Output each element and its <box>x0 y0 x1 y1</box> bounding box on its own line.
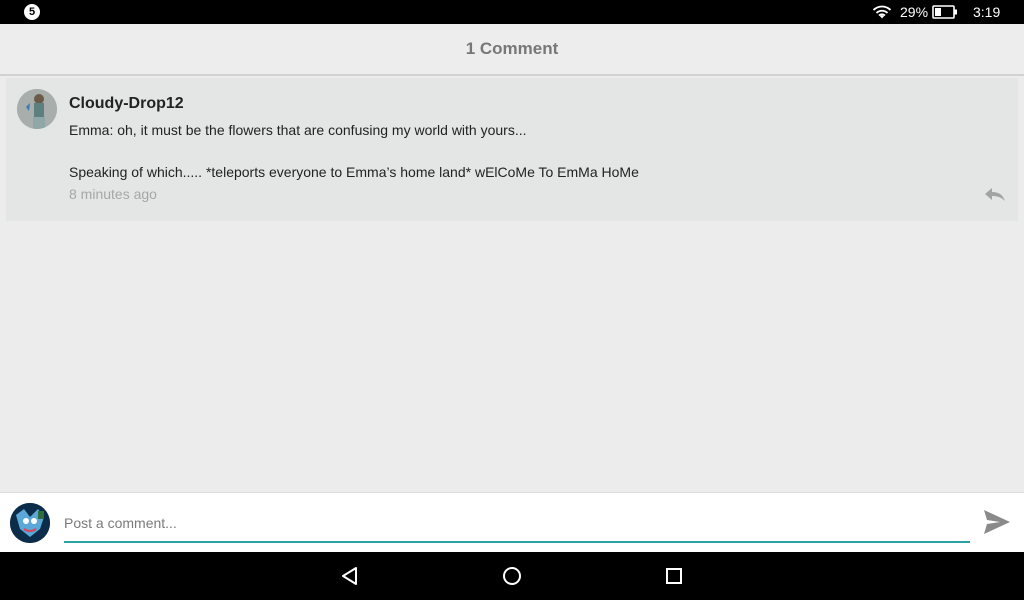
reply-icon[interactable] <box>984 186 1006 207</box>
home-icon[interactable] <box>502 566 522 591</box>
clock: 3:19 <box>973 4 1001 20</box>
comment-composer <box>0 492 1024 552</box>
comment-body: Emma: oh, it must be the flowers that ar… <box>69 122 639 180</box>
wifi-icon <box>872 4 892 23</box>
comment-author-name[interactable]: Cloudy-Drop12 <box>69 95 184 113</box>
status-bar: 5 29% 3:19 <box>0 0 1024 24</box>
notification-count-badge: 5 <box>24 4 40 20</box>
recents-icon[interactable] <box>664 566 684 591</box>
system-nav-bar <box>0 552 1024 600</box>
user-avatar <box>10 503 50 543</box>
comment-author-avatar[interactable] <box>17 89 57 129</box>
battery-percentage: 29% <box>900 4 929 20</box>
send-icon[interactable] <box>982 507 1012 542</box>
comment-timestamp: 8 minutes ago <box>69 186 157 202</box>
comments-header: 1 Comment <box>0 24 1024 76</box>
battery-icon <box>932 5 958 22</box>
back-icon[interactable] <box>340 566 360 591</box>
page-title: 1 Comment <box>465 39 559 58</box>
comment-item: Cloudy-Drop12 Emma: oh, it must be the f… <box>6 78 1018 221</box>
comment-input[interactable] <box>64 509 970 543</box>
